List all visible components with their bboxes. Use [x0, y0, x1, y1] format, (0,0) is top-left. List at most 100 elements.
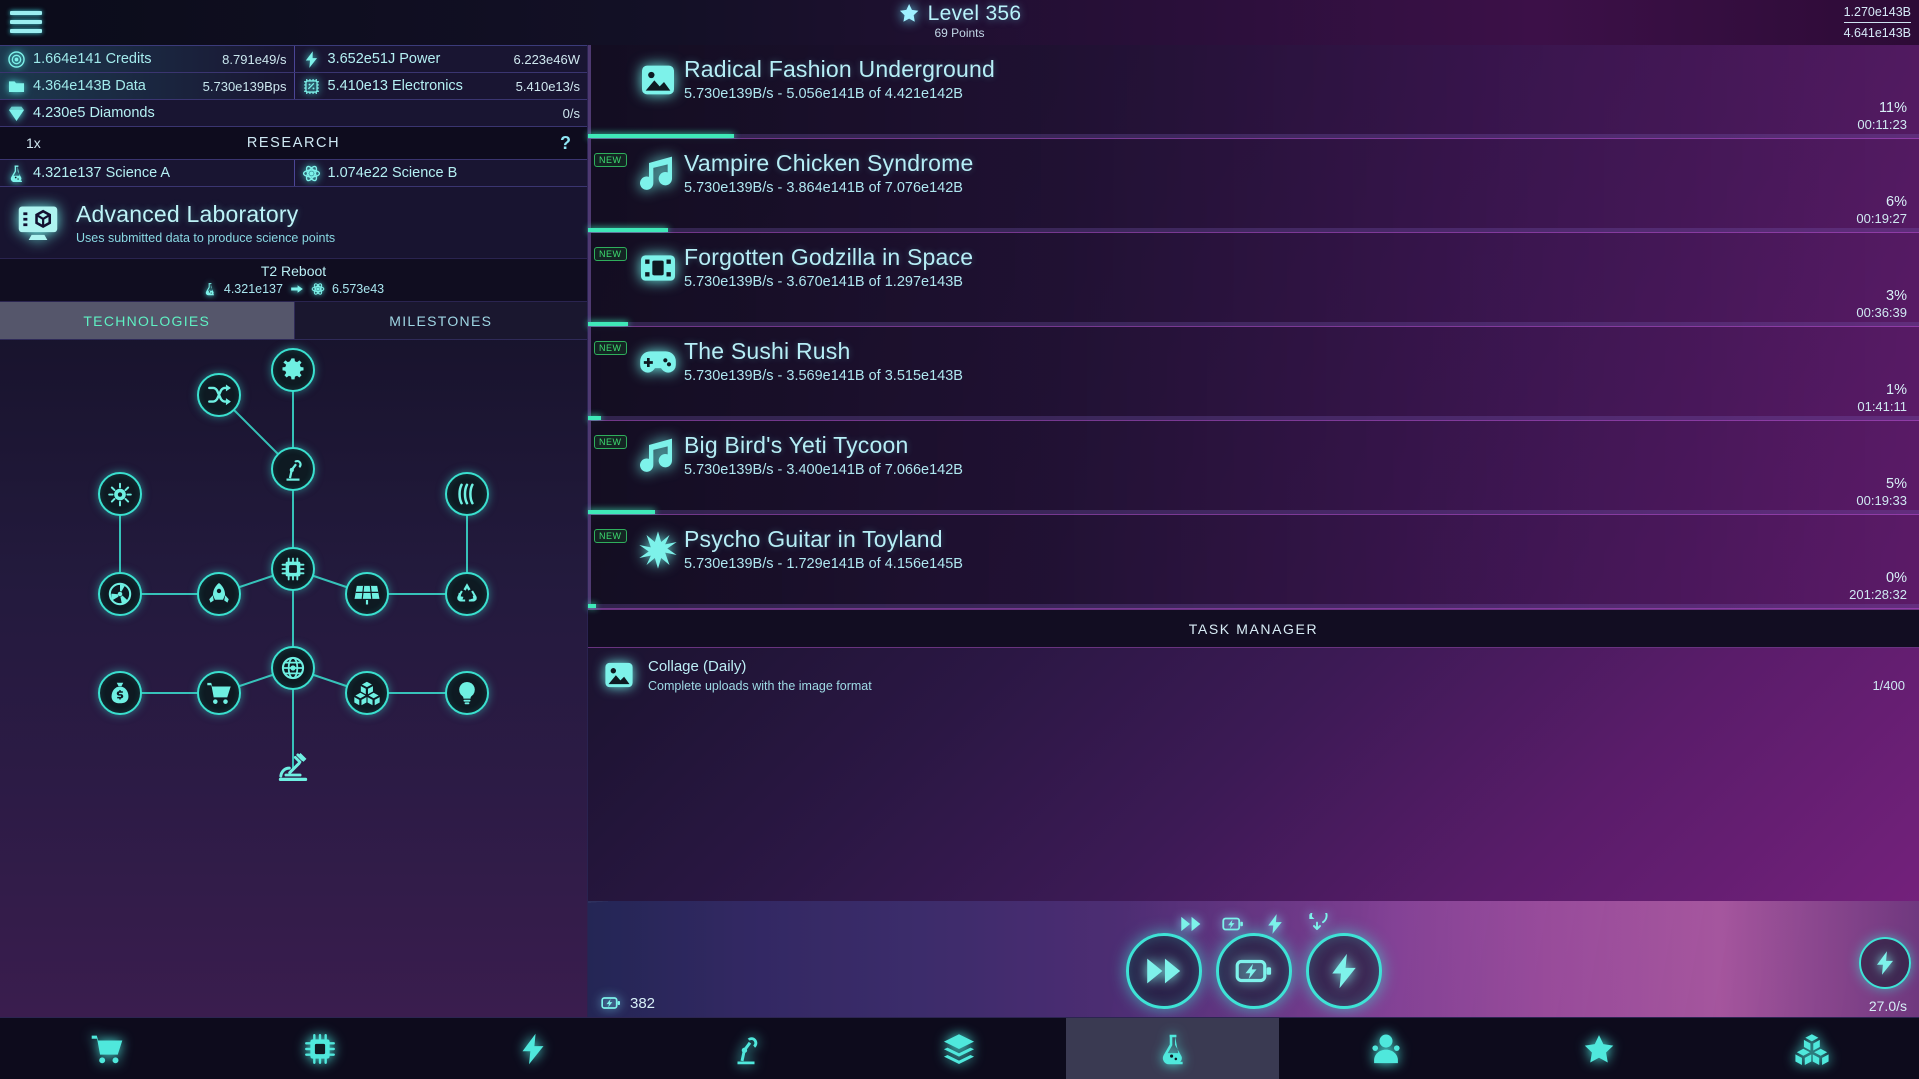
project-time: 00:36:39 [1856, 305, 1907, 321]
bolt-icon[interactable] [1264, 913, 1286, 935]
project-row[interactable]: NEW Big Bird's Yeti Tycoon 5.730e139B/s … [588, 421, 1919, 515]
tech-node-waves[interactable] [445, 472, 489, 516]
nav-item-layers[interactable] [853, 1018, 1066, 1079]
tech-node-gear[interactable] [271, 348, 315, 392]
data-icon [7, 77, 26, 96]
project-title: Vampire Chicken Syndrome [684, 150, 1919, 176]
advanced-laboratory-card[interactable]: Advanced Laboratory Uses submitted data … [0, 187, 587, 259]
nav-item-research[interactable] [1066, 1018, 1279, 1079]
new-badge: NEW [594, 153, 627, 167]
project-row[interactable]: NEW Forgotten Godzilla in Space 5.730e13… [588, 233, 1919, 327]
diamond-icon [7, 104, 26, 123]
energy-readout: 382 [588, 989, 655, 1017]
tech-node-shuffle[interactable] [197, 373, 241, 417]
project-row[interactable]: NEW Vampire Chicken Syndrome 5.730e139B/… [588, 139, 1919, 233]
tech-node-boxes[interactable] [345, 671, 389, 715]
tech-node-radiation[interactable] [98, 572, 142, 616]
atom-icon [302, 164, 321, 183]
close-project-button[interactable] [1883, 429, 1907, 453]
nav-item-shop[interactable] [0, 1018, 213, 1079]
power-icon [302, 50, 321, 69]
project-time: 201:28:32 [1849, 587, 1907, 603]
resource-credits[interactable]: 1.664e141 Credits 8.791e49/s [0, 46, 294, 72]
close-project-button[interactable] [1883, 335, 1907, 359]
tech-node-recycle[interactable] [445, 572, 489, 616]
help-icon[interactable]: ? [560, 133, 571, 154]
tech-node-globe[interactable] [271, 646, 315, 690]
resource-data[interactable]: 4.364e143B Data 5.730e139Bps [0, 73, 294, 99]
new-badge-slot: NEW [588, 524, 632, 544]
project-title: The Sushi Rush [684, 338, 1919, 364]
battery-button[interactable] [1216, 933, 1292, 1009]
fast-forward-icon[interactable] [1180, 913, 1202, 935]
resource-rate: 0/s [563, 106, 580, 121]
tech-node-money[interactable] [98, 671, 142, 715]
close-project-button[interactable] [1883, 147, 1907, 171]
science-a[interactable]: 4.321e137 Science A [0, 160, 294, 186]
project-icon-wrap [632, 242, 684, 288]
resource-diamonds[interactable]: 4.230e5 Diamonds 0/s [0, 100, 587, 126]
research-header: 1x RESEARCH ? [0, 127, 587, 160]
close-project-button[interactable] [1883, 241, 1907, 265]
project-row[interactable]: Radical Fashion Underground 5.730e139B/s… [588, 45, 1919, 139]
science-b[interactable]: 1.074e22 Science B [294, 160, 588, 186]
bolt-button[interactable] [1306, 933, 1382, 1009]
nav-item-automation[interactable] [640, 1018, 853, 1079]
reboot-panel[interactable]: T2 Reboot 4.321e137 6.573e43 [0, 259, 587, 302]
tech-node-cart[interactable] [197, 671, 241, 715]
tech-node-bug[interactable] [98, 472, 142, 516]
project-progress-bar [588, 604, 1919, 608]
tech-node-rocket[interactable] [197, 572, 241, 616]
tab-technologies[interactable]: TECHNOLOGIES [0, 302, 294, 339]
hamburger-menu-icon[interactable] [10, 8, 42, 36]
boost-button[interactable] [1859, 937, 1911, 989]
nav-item-prestige[interactable] [1493, 1018, 1706, 1079]
project-subtitle: 5.730e139B/s - 5.056e141B of 4.421e142B [684, 86, 1919, 102]
tech-node-robotarm[interactable] [271, 447, 315, 491]
project-progress-bar [588, 510, 1919, 514]
close-project-button[interactable] [1883, 523, 1907, 547]
new-badge: NEW [594, 435, 627, 449]
new-badge-slot: NEW [588, 148, 632, 168]
nav-item-inventory[interactable] [1706, 1018, 1919, 1079]
close-project-button[interactable] [1883, 53, 1907, 77]
nav-item-power[interactable] [426, 1018, 639, 1079]
storage-numerator: 1.270e143B [1844, 3, 1911, 23]
research-multiplier[interactable]: 1x [26, 135, 41, 151]
download-icon[interactable] [1306, 913, 1328, 935]
nav-item-hardware[interactable] [213, 1018, 426, 1079]
resource-name: 1.664e141 Credits [33, 51, 152, 67]
row-accent [588, 515, 591, 608]
project-row[interactable]: NEW The Sushi Rush 5.730e139B/s - 3.569e… [588, 327, 1919, 421]
shuffle-icon [206, 382, 232, 408]
row-accent [588, 139, 591, 232]
task-manager-button[interactable]: TASK MANAGER [588, 609, 1919, 648]
gamepad-icon [638, 342, 678, 382]
tech-node-solar[interactable] [345, 572, 389, 616]
credits-icon [7, 50, 26, 69]
image-icon [602, 658, 636, 697]
tech-node-chip[interactable] [271, 547, 315, 591]
tech-node-bulb[interactable] [445, 671, 489, 715]
project-percent: 1% [1857, 381, 1907, 399]
project-row[interactable]: NEW Psycho Guitar in Toyland 5.730e139B/… [588, 515, 1919, 609]
star-icon [898, 2, 920, 24]
row-accent [588, 45, 591, 138]
technology-tree[interactable] [0, 340, 587, 1017]
nav-item-staff[interactable] [1279, 1018, 1492, 1079]
music-icon [638, 436, 678, 476]
tab-milestones[interactable]: MILESTONES [294, 302, 588, 339]
level-text: Level 356 [928, 3, 1022, 24]
waves-icon [454, 481, 480, 507]
robot-arm-icon [280, 456, 306, 482]
boxes-icon [354, 680, 380, 706]
project-list: Radical Fashion Underground 5.730e139B/s… [588, 45, 1919, 609]
row-accent [588, 233, 591, 326]
fast-forward-button[interactable] [1126, 933, 1202, 1009]
resource-power[interactable]: 3.652e51J Power 6.223e46W [294, 46, 588, 72]
tech-node-microscope[interactable] [267, 747, 319, 787]
resource-electronics[interactable]: 5.410e13 Electronics 5.410e13/s [294, 73, 588, 99]
daily-task[interactable]: Collage (Daily) Complete uploads with th… [588, 648, 1919, 697]
new-badge-slot [588, 54, 632, 56]
battery-icon[interactable] [1222, 913, 1244, 935]
